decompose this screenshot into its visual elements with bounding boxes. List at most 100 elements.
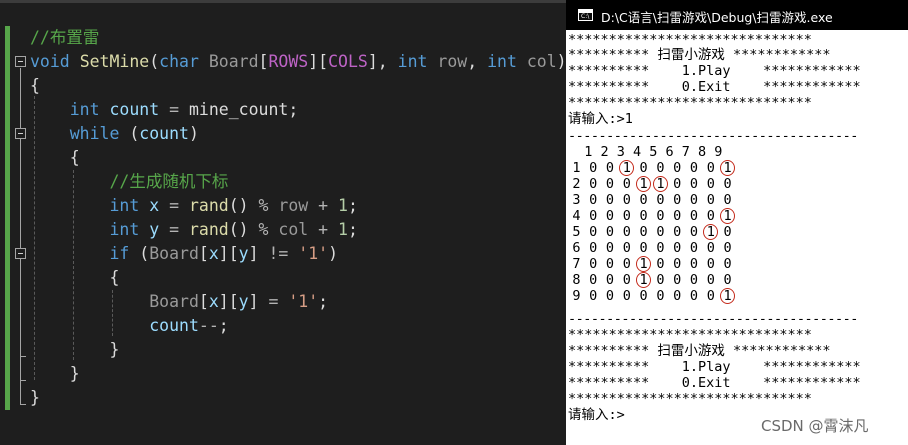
code-line[interactable]: } [0, 362, 566, 386]
board-cell: 0 [589, 256, 598, 272]
code-text: { [30, 74, 40, 98]
code-editor[interactable]: //布置雷 void SetMine(char Board[ROWS][COLS]… [0, 0, 566, 445]
console-line: -------------------------------------- [568, 311, 858, 327]
fold-range-end [20, 404, 26, 405]
board-cell: 0 [605, 192, 615, 208]
code-line[interactable]: Board[x][y] = '1'; [0, 290, 566, 314]
console-line: 请输入:>1 [568, 111, 633, 127]
code-text: int count = mine_count; [30, 98, 299, 122]
board-cell: 0 [689, 160, 699, 176]
console-line: ********** 1.Play ************ [568, 63, 861, 79]
code-token: '1' [298, 244, 329, 263]
code-token: [ [258, 52, 269, 71]
board-cell: 0 [656, 224, 665, 240]
board-row: 2000110000 [566, 176, 766, 192]
code-token: } [69, 364, 80, 383]
board-cell: 0 [689, 176, 699, 192]
code-token: Board [208, 52, 259, 71]
code-token: ( [149, 52, 160, 71]
code-line[interactable]: int y = rand() % col + 1; [0, 218, 566, 242]
code-token: -- [198, 316, 219, 335]
board-row: 1001000001 [566, 160, 766, 176]
code-line[interactable]: { [0, 266, 566, 290]
board-row-label: 8 [572, 272, 581, 288]
code-token: } [109, 340, 120, 359]
fold-toggle-icon[interactable] [15, 56, 26, 67]
code-text: if (Board[x][y] != '1') [30, 242, 338, 266]
console-line: ****************************** [568, 327, 812, 343]
fold-toggle-icon[interactable] [15, 128, 26, 139]
code-token: { [69, 148, 80, 167]
code-text: //布置雷 [30, 26, 99, 50]
code-token: y [149, 220, 160, 239]
board-cell: 0 [656, 288, 665, 304]
console-output[interactable]: ****************************** **********… [566, 30, 908, 445]
code-token: ) [556, 52, 566, 71]
indent-guide [34, 96, 35, 380]
board-cell: 0 [723, 176, 732, 192]
console-app-icon: C:\ [578, 9, 593, 21]
board-cell: 0 [589, 176, 598, 192]
fold-toggle-icon[interactable] [15, 248, 26, 259]
board-cell: 0 [639, 208, 648, 224]
code-line[interactable]: while (count) [0, 122, 566, 146]
board-cell: 0 [589, 160, 598, 176]
board-cell: 0 [589, 224, 598, 240]
code-token: () [228, 220, 259, 239]
code-token: //生成随机下标 [109, 172, 229, 191]
board-cell: 0 [673, 176, 682, 192]
console-window[interactable]: C:\ D:\C语言\扫雷游戏\Debug\扫雷游戏.exe *********… [566, 0, 908, 445]
board-cell: 0 [656, 160, 665, 176]
board-cell: 0 [639, 224, 648, 240]
board-cell: 0 [673, 240, 682, 256]
code-line[interactable]: int count = mine_count; [0, 98, 566, 122]
code-line[interactable]: count--; [0, 314, 566, 338]
code-token: count [139, 124, 189, 143]
code-line[interactable]: void SetMine(char Board[ROWS][COLS], int… [0, 50, 566, 74]
code-token: + [308, 220, 339, 239]
code-token: ) [188, 124, 199, 143]
board-cell: 0 [706, 288, 715, 304]
code-token: x [149, 196, 160, 215]
code-token: , [467, 52, 488, 71]
board-cell: 0 [622, 224, 631, 240]
code-line[interactable]: int x = rand() % row + 1; [0, 194, 566, 218]
board-row: 8000100000 [566, 272, 766, 288]
code-line[interactable]: } [0, 386, 566, 410]
code-token: ] [248, 244, 269, 263]
code-line[interactable]: //布置雷 [0, 26, 566, 50]
code-token: row [437, 52, 468, 71]
code-token: row [278, 196, 309, 215]
code-line[interactable]: //生成随机下标 [0, 170, 566, 194]
code-token: int [487, 52, 517, 71]
code-line[interactable]: if (Board[x][y] != '1') [0, 242, 566, 266]
console-titlebar[interactable]: C:\ D:\C语言\扫雷游戏\Debug\扫雷游戏.exe [566, 0, 908, 30]
board-cell: 0 [673, 288, 682, 304]
board-cell: 0 [639, 288, 648, 304]
code-token: col [278, 220, 309, 239]
code-token: ], [367, 52, 398, 71]
board-cell: 0 [723, 192, 732, 208]
code-token: ][ [308, 52, 329, 71]
console-line: ****************************** [568, 391, 812, 407]
board-cell: 0 [656, 272, 665, 288]
code-token: Board [149, 292, 199, 311]
indent-guide [112, 290, 113, 336]
board-cell: 0 [673, 208, 682, 224]
board-row-label: 4 [572, 208, 581, 224]
code-text: int x = rand() % row + 1; [30, 194, 357, 218]
code-text: { [30, 146, 80, 170]
code-line[interactable]: { [0, 146, 566, 170]
code-line[interactable]: } [0, 338, 566, 362]
code-line[interactable]: { [0, 74, 566, 98]
board-cell: 0 [689, 256, 699, 272]
code-token: ; [218, 316, 229, 335]
code-token: = [159, 100, 189, 119]
code-token: //布置雷 [30, 28, 100, 47]
